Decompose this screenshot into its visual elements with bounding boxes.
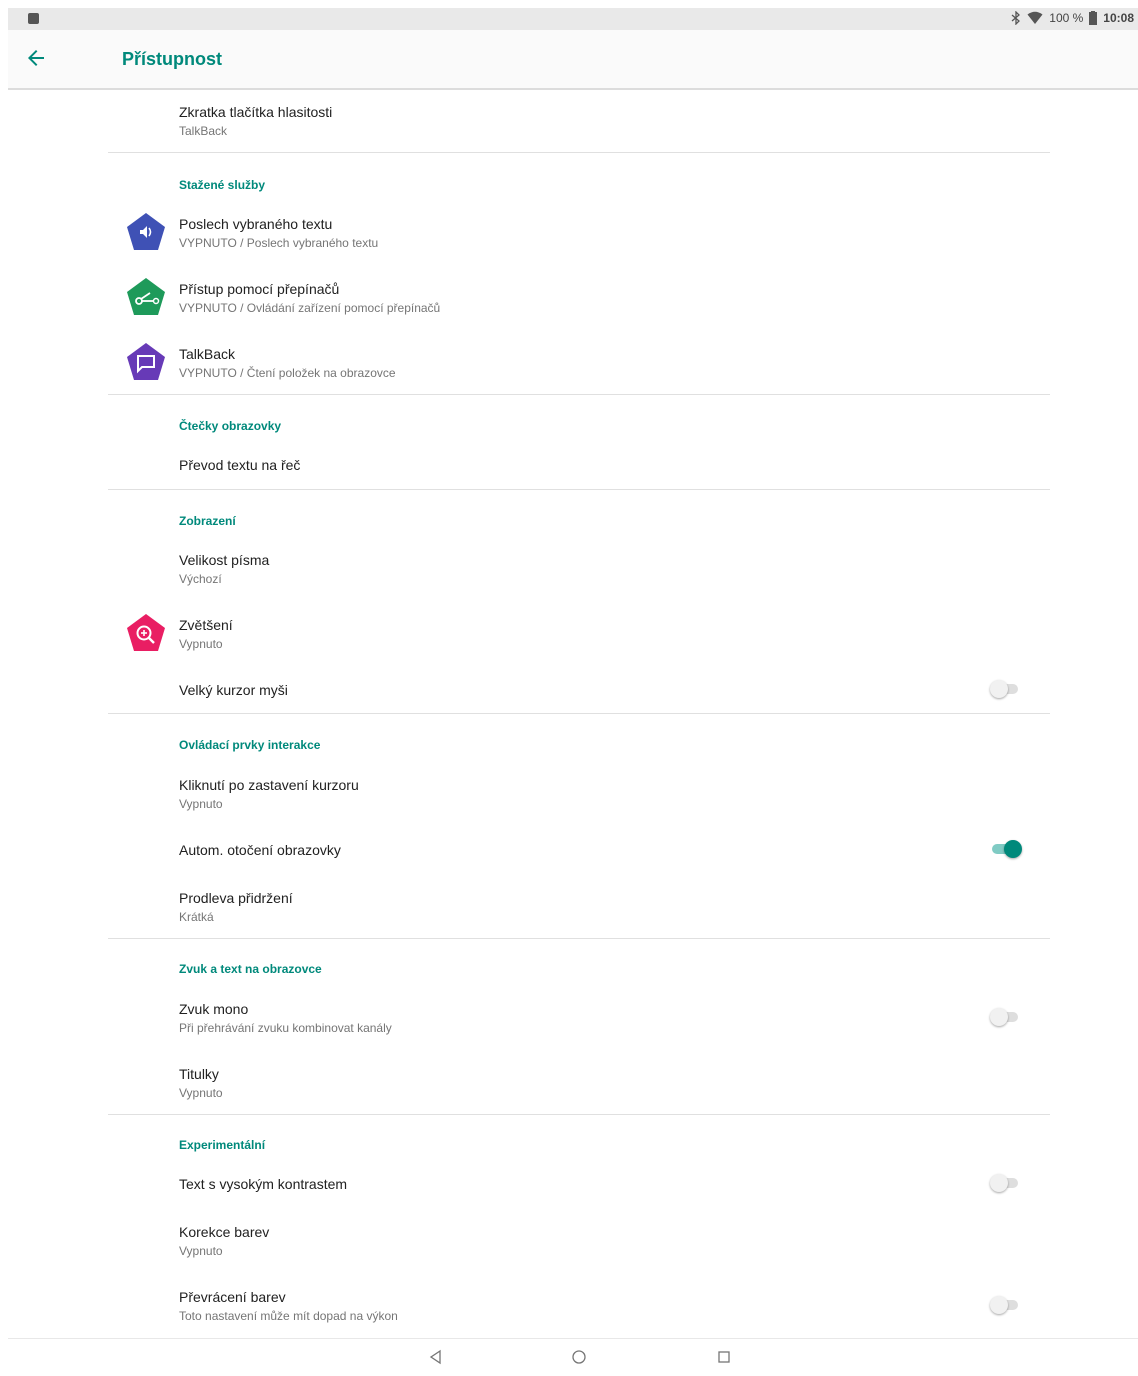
color-correction-subtitle: Vypnuto bbox=[179, 1244, 223, 1258]
talkback-item[interactable]: TalkBack VYPNUTO / Čtení položek na obra… bbox=[8, 332, 1138, 396]
tts-item[interactable]: Převod textu na řeč bbox=[8, 443, 1138, 489]
section-header-downloaded: Stažené služby bbox=[179, 178, 266, 192]
talkback-subtitle: VYPNUTO / Čtení položek na obrazovce bbox=[179, 366, 396, 380]
status-right: 100 % 10:08 bbox=[1011, 11, 1134, 25]
volume-shortcut-subtitle: TalkBack bbox=[179, 124, 228, 138]
switch-access-title: Přístup pomocí přepínačů bbox=[179, 281, 340, 297]
divider bbox=[108, 713, 1050, 714]
switch-access-item[interactable]: Přístup pomocí přepínačů VYPNUTO / Ovlád… bbox=[8, 267, 1138, 331]
mono-audio-subtitle: Při přehrávání zvuku kombinovat kanály bbox=[179, 1021, 392, 1035]
bluetooth-icon bbox=[1011, 11, 1021, 25]
section-header-interaction: Ovládací prvky interakce bbox=[179, 738, 321, 752]
captions-subtitle: Vypnuto bbox=[179, 1086, 223, 1100]
navigation-bar bbox=[8, 1338, 1138, 1376]
toggle-thumb bbox=[990, 1008, 1008, 1026]
large-pointer-item[interactable]: Velký kurzor myši bbox=[8, 668, 1138, 714]
divider bbox=[108, 394, 1050, 395]
notification-icon bbox=[28, 13, 39, 24]
app-bar: Přístupnost bbox=[8, 30, 1138, 90]
divider bbox=[108, 938, 1050, 939]
color-correction-item[interactable]: Korekce barev Vypnuto bbox=[8, 1210, 1138, 1274]
wifi-icon bbox=[1027, 11, 1043, 24]
nav-home-icon[interactable] bbox=[569, 1347, 589, 1367]
touch-delay-subtitle: Krátká bbox=[179, 910, 214, 924]
divider bbox=[108, 152, 1050, 153]
high-contrast-item[interactable]: Text s vysokým kontrastem bbox=[8, 1162, 1138, 1208]
settings-list: Zkratka tlačítka hlasitosti TalkBack Sta… bbox=[8, 90, 1138, 1338]
magnification-title: Zvětšení bbox=[179, 617, 233, 633]
mono-audio-item[interactable]: Zvuk mono Při přehrávání zvuku kombinova… bbox=[8, 987, 1138, 1051]
magnification-item[interactable]: Zvětšení Vypnuto bbox=[8, 603, 1138, 667]
dwell-click-subtitle: Vypnuto bbox=[179, 797, 223, 811]
zoom-in-icon bbox=[127, 614, 165, 651]
divider bbox=[108, 1114, 1050, 1115]
select-to-speak-subtitle: VYPNUTO / Poslech vybraného textu bbox=[179, 236, 379, 250]
auto-rotate-title: Autom. otočení obrazovky bbox=[179, 842, 341, 858]
toggle-thumb bbox=[990, 1296, 1008, 1314]
talkback-title: TalkBack bbox=[179, 346, 236, 362]
auto-rotate-item[interactable]: Autom. otočení obrazovky bbox=[8, 828, 1138, 874]
color-inversion-item[interactable]: Převrácení barev Toto nastavení může mít… bbox=[8, 1275, 1138, 1337]
back-arrow-icon[interactable] bbox=[24, 46, 48, 70]
large-pointer-toggle[interactable] bbox=[990, 680, 1020, 698]
high-contrast-toggle[interactable] bbox=[990, 1174, 1020, 1192]
volume-shortcut-item[interactable]: Zkratka tlačítka hlasitosti TalkBack bbox=[8, 90, 1138, 152]
section-header-audio: Zvuk a text na obrazovce bbox=[179, 962, 322, 976]
nav-recents-icon[interactable] bbox=[714, 1347, 734, 1367]
dwell-click-title: Kliknutí po zastavení kurzoru bbox=[179, 777, 359, 793]
color-correction-title: Korekce barev bbox=[179, 1224, 270, 1240]
volume-shortcut-title: Zkratka tlačítka hlasitosti bbox=[179, 104, 333, 120]
touch-delay-item[interactable]: Prodleva přidržení Krátká bbox=[8, 876, 1138, 940]
high-contrast-title: Text s vysokým kontrastem bbox=[179, 1176, 348, 1192]
color-inversion-toggle[interactable] bbox=[990, 1296, 1020, 1314]
font-size-item[interactable]: Velikost písma Výchozí bbox=[8, 538, 1138, 602]
status-bar: 100 % 10:08 bbox=[8, 8, 1138, 30]
nav-back-icon[interactable] bbox=[426, 1347, 446, 1367]
page-title: Přístupnost bbox=[122, 49, 223, 69]
toggle-thumb bbox=[990, 1174, 1008, 1192]
touch-delay-title: Prodleva přidržení bbox=[179, 890, 293, 906]
section-header-display: Zobrazení bbox=[179, 514, 236, 528]
switch-access-subtitle: VYPNUTO / Ovládání zařízení pomocí přepí… bbox=[179, 301, 441, 315]
switch-icon bbox=[127, 278, 165, 315]
battery-percent: 100 % bbox=[1049, 11, 1084, 25]
auto-rotate-toggle[interactable] bbox=[990, 840, 1022, 858]
tts-title: Převod textu na řeč bbox=[179, 457, 301, 473]
font-size-subtitle: Výchozí bbox=[179, 572, 222, 586]
clock: 10:08 bbox=[1103, 11, 1134, 25]
captions-item[interactable]: Titulky Vypnuto bbox=[8, 1052, 1138, 1116]
speaker-icon bbox=[127, 213, 165, 250]
section-header-screen-readers: Čtečky obrazovky bbox=[179, 419, 282, 433]
battery-icon bbox=[1089, 11, 1098, 25]
divider bbox=[108, 489, 1050, 490]
speech-bubble-icon bbox=[127, 343, 165, 380]
toggle-thumb bbox=[1004, 840, 1022, 858]
font-size-title: Velikost písma bbox=[179, 552, 270, 568]
large-pointer-title: Velký kurzor myši bbox=[179, 682, 288, 698]
toggle-thumb bbox=[990, 680, 1008, 698]
section-header-experimental: Experimentální bbox=[179, 1138, 266, 1152]
mono-audio-title: Zvuk mono bbox=[179, 1001, 249, 1017]
mono-audio-toggle[interactable] bbox=[990, 1008, 1020, 1026]
color-inversion-title: Převrácení barev bbox=[179, 1289, 286, 1305]
select-to-speak-item[interactable]: Poslech vybraného textu VYPNUTO / Poslec… bbox=[8, 202, 1138, 266]
color-inversion-subtitle: Toto nastavení může mít dopad na výkon bbox=[179, 1309, 398, 1323]
dwell-click-item[interactable]: Kliknutí po zastavení kurzoru Vypnuto bbox=[8, 763, 1138, 827]
select-to-speak-title: Poslech vybraného textu bbox=[179, 216, 333, 232]
captions-title: Titulky bbox=[179, 1066, 219, 1082]
magnification-subtitle: Vypnuto bbox=[179, 637, 223, 651]
